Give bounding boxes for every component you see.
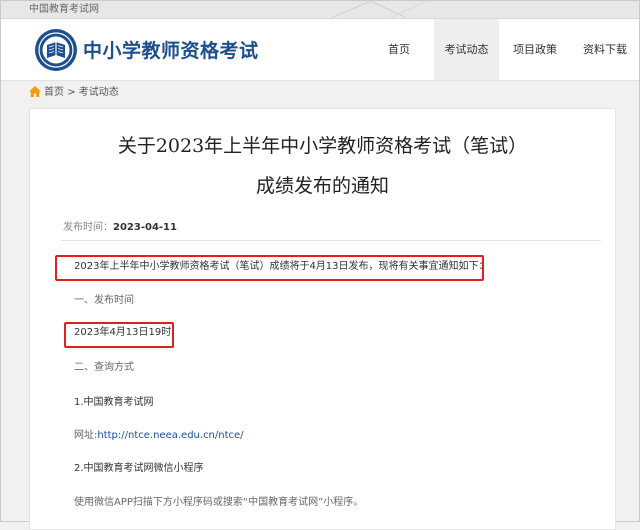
- breadcrumb-home[interactable]: 首页: [44, 87, 64, 98]
- publish-date-value: 2023-04-11: [113, 222, 177, 233]
- breadcrumb-current[interactable]: 考试动态: [79, 87, 119, 98]
- site-name-link[interactable]: 中国教育考试网: [29, 3, 99, 16]
- publish-date: 发布时间：2023-04-11: [63, 221, 177, 235]
- nav-downloads[interactable]: 资料下载: [574, 19, 636, 80]
- intro-paragraph: 2023年上半年中小学教师资格考试（笔试）成绩将于4月13日发布，现将有关事宜通…: [74, 261, 489, 272]
- ntce-url-link[interactable]: http://ntce.neea.edu.cn/ntce/: [97, 430, 243, 441]
- method-wechat: 2.中国教育考试网微信小程序: [74, 463, 204, 474]
- section-heading-query-method: 二、查询方式: [74, 362, 134, 373]
- section-heading-release-time: 一、发布时间: [74, 295, 134, 306]
- home-icon: [29, 86, 41, 97]
- release-time: 2023年4月13日19时: [74, 327, 172, 338]
- logo-emblem-icon[interactable]: [34, 28, 78, 72]
- logo-text[interactable]: 中小学教师资格考试: [83, 39, 259, 63]
- nav-project-policy[interactable]: 项目政策: [504, 19, 566, 80]
- divider: [61, 240, 601, 241]
- nav-home[interactable]: 首页: [372, 19, 426, 80]
- site-header: 中小学教师资格考试 首页 考试动态 项目政策 资料下载: [1, 19, 639, 81]
- article-card: 关于2023年上半年中小学教师资格考试（笔试） 成绩发布的通知 发布时间：202…: [29, 108, 616, 530]
- top-strip: 中国教育考试网: [1, 1, 639, 19]
- breadcrumb-separator: >: [67, 87, 76, 98]
- wechat-instructions: 使用微信APP扫描下方小程序码或搜索“中国教育考试网”小程序。: [74, 497, 364, 508]
- breadcrumb: 首页 > 考试动态: [29, 86, 119, 100]
- url-label: 网址:: [74, 430, 98, 441]
- nav-exam-news[interactable]: 考试动态: [434, 19, 499, 80]
- url-line: 网址:http://ntce.neea.edu.cn/ntce/: [74, 429, 244, 443]
- article-title-line2: 成绩发布的通知: [255, 175, 389, 197]
- method-website: 1.中国教育考试网: [74, 397, 154, 408]
- article-title: 关于2023年上半年中小学教师资格考试（笔试）: [117, 135, 528, 157]
- decorative-lines: [331, 1, 427, 18]
- publish-date-label: 发布时间：: [63, 222, 113, 233]
